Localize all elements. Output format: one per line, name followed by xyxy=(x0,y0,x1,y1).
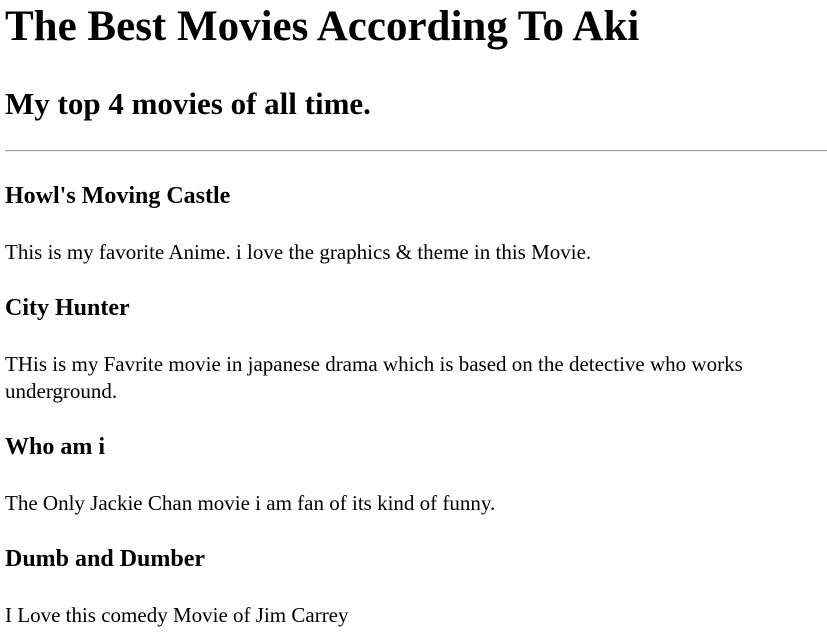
page: The Best Movies According To Aki My top … xyxy=(0,0,827,635)
movie-description-city-hunter: THis is my Favrite movie in japanese dra… xyxy=(5,352,743,403)
movie-title-dumb-and-dumber: Dumb and Dumber xyxy=(5,546,206,572)
movie-title-city-hunter: City Hunter xyxy=(5,295,130,321)
divider xyxy=(5,150,827,152)
movie-description-who-am-i: The Only Jackie Chan movie i am fan of i… xyxy=(5,491,496,515)
page-subtitle: My top 4 movies of all time. xyxy=(5,86,371,121)
page-title: The Best Movies According To Aki xyxy=(5,3,640,50)
movie-title-howls-moving-castle: Howl's Moving Castle xyxy=(5,183,231,209)
movie-description-dumb-and-dumber: I Love this comedy Movie of Jim Carrey xyxy=(5,603,349,627)
movie-description-howls-moving-castle: This is my favorite Anime. i love the gr… xyxy=(5,240,592,264)
movie-title-who-am-i: Who am i xyxy=(5,434,106,460)
